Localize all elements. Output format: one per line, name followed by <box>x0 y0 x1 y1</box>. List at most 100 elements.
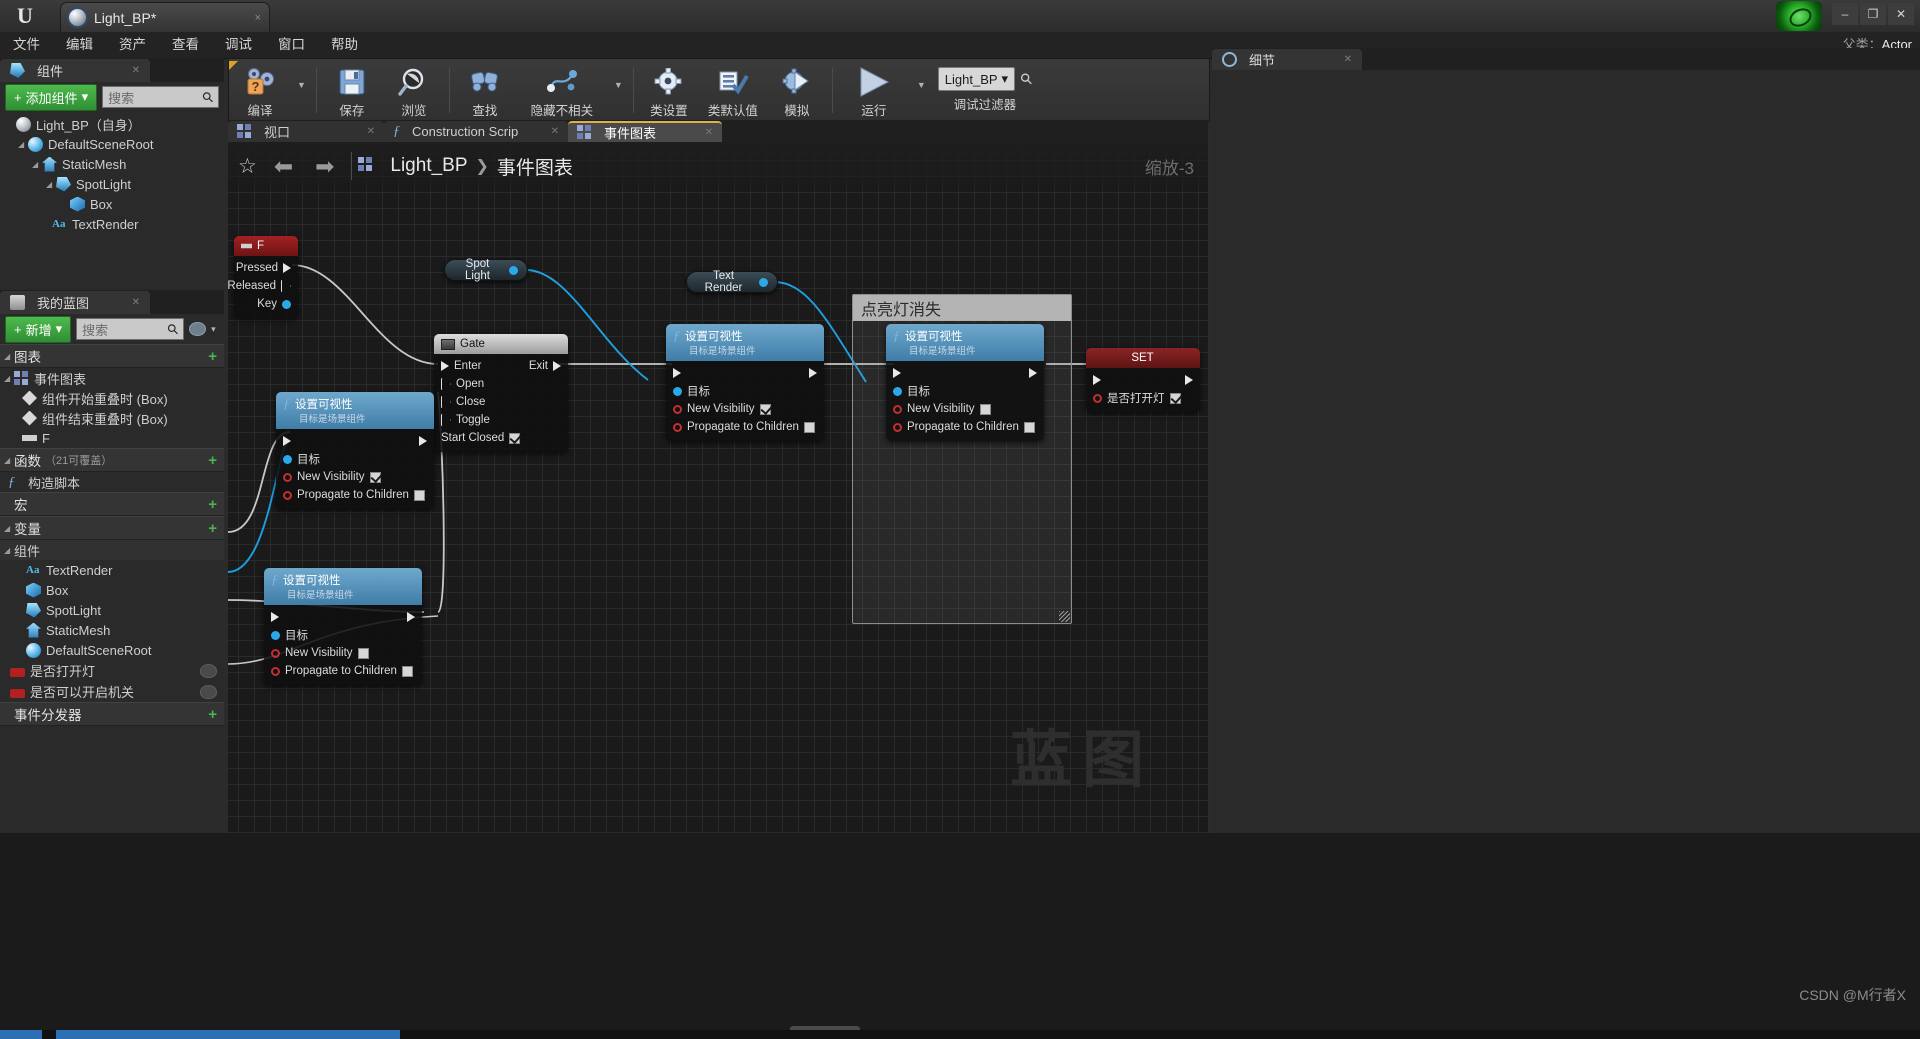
pin-exec[interactable] <box>1086 371 1200 389</box>
tab-components[interactable]: 组件 ✕ <box>0 59 150 82</box>
variable-item-can-open-mechanism[interactable]: 是否可以开启机关 <box>0 681 224 702</box>
close-window-button[interactable]: ✕ <box>1888 3 1914 25</box>
pin-exec[interactable] <box>666 364 824 382</box>
tab-viewport[interactable]: 视口 ✕ <box>228 121 384 142</box>
graph-item-f-key[interactable]: F <box>0 428 224 448</box>
back-icon[interactable]: ⬅ <box>263 153 304 180</box>
pin-released[interactable]: Released <box>228 277 298 295</box>
breadcrumb-root[interactable]: Light_BP <box>390 155 467 177</box>
variable-item-is-light-on[interactable]: 是否打开灯 <box>0 660 224 681</box>
propagate-checkbox[interactable] <box>803 421 815 433</box>
document-tab-light-bp[interactable]: Light_BP* × <box>60 2 270 32</box>
exec-pin-icon[interactable] <box>441 414 451 426</box>
close-icon[interactable]: ✕ <box>705 127 713 138</box>
graph-item-end-overlap[interactable]: 组件结束重叠时 (Box) <box>0 408 224 428</box>
close-icon[interactable]: ✕ <box>551 126 559 137</box>
close-icon[interactable]: ✕ <box>367 126 375 137</box>
exec-in-pin-icon[interactable] <box>271 612 279 622</box>
toolbar-play-button[interactable]: 运行 <box>837 61 911 119</box>
propagate-checkbox[interactable] <box>401 665 413 677</box>
exec-in-pin-icon[interactable] <box>283 436 291 446</box>
minimize-button[interactable]: – <box>1832 3 1858 25</box>
menu-item-view[interactable]: 查看 <box>159 32 212 58</box>
variable-item-textrender[interactable]: Aa TextRender <box>0 560 224 580</box>
new-visibility-checkbox[interactable] <box>979 403 991 415</box>
menu-item-edit[interactable]: 编辑 <box>53 32 106 58</box>
close-icon[interactable]: ✕ <box>1344 54 1352 65</box>
add-function-button[interactable]: + <box>208 452 217 469</box>
pin-new-visibility[interactable]: New Visibility <box>264 644 422 662</box>
toolbar-save-button[interactable]: 保存 <box>321 61 383 119</box>
toolbar-class-settings-button[interactable]: 类设置 <box>638 61 700 119</box>
toolbar-simulate-button[interactable]: 模拟 <box>766 61 828 119</box>
myblueprint-search-input[interactable]: 搜索 ⚲ <box>76 318 185 340</box>
section-variables[interactable]: ◢ 变量 + <box>0 516 224 540</box>
graph-item-eventgraph[interactable]: ◢ 事件图表 <box>0 368 224 388</box>
expander-icon[interactable]: ◢ <box>32 160 42 169</box>
pin-toggle[interactable]: Toggle <box>434 411 568 429</box>
eye-icon[interactable] <box>200 663 217 678</box>
toolbar-class-defaults-button[interactable]: 类默认值 <box>700 61 766 119</box>
forward-icon[interactable]: ➡ <box>304 153 345 180</box>
exec-out-pin-icon[interactable] <box>1185 375 1193 385</box>
variable-item-spotlight[interactable]: SpotLight <box>0 600 224 620</box>
tree-item-defaultsceneroot[interactable]: ◢ DefaultSceneRoot <box>0 134 224 154</box>
eye-icon[interactable] <box>200 684 217 699</box>
pin-target[interactable]: 目标 <box>276 450 434 468</box>
bool-pin-icon[interactable] <box>1093 393 1102 403</box>
debug-filter-combo[interactable]: Light_BP ▾ <box>937 67 1016 91</box>
add-dispatcher-button[interactable]: + <box>208 706 217 723</box>
exec-out-pin-icon[interactable] <box>1029 368 1037 378</box>
new-visibility-checkbox[interactable] <box>369 471 381 483</box>
exec-in-pin-icon[interactable] <box>673 368 681 378</box>
exec-pin-icon[interactable] <box>441 396 451 408</box>
resize-grip-icon[interactable] <box>1059 611 1070 622</box>
exec-pin-icon[interactable] <box>441 378 451 390</box>
bool-pin-icon[interactable] <box>283 472 292 482</box>
pin-target[interactable]: 目标 <box>886 382 1044 400</box>
pin-key[interactable]: Key <box>234 295 298 313</box>
data-pin-icon[interactable] <box>509 265 518 275</box>
close-icon[interactable]: × <box>233 12 261 24</box>
taskbar-item-2[interactable] <box>56 1030 400 1039</box>
bool-pin-icon[interactable] <box>271 648 280 658</box>
pin-exec[interactable] <box>886 364 1044 382</box>
pin-new-visibility[interactable]: New Visibility <box>666 400 824 418</box>
components-search-input[interactable]: 搜索 ⚲ <box>102 86 219 108</box>
add-macro-button[interactable]: + <box>208 496 217 513</box>
pin-target[interactable]: 目标 <box>666 382 824 400</box>
expander-icon[interactable]: ◢ <box>4 546 14 555</box>
tab-construction-script[interactable]: ƒ Construction Scrip ✕ <box>384 121 568 142</box>
pin-propagate[interactable]: Propagate to Children <box>264 662 422 680</box>
pin-new-visibility[interactable]: New Visibility <box>276 468 434 486</box>
toolbar-compile-button[interactable]: ? 编译 <box>229 61 291 119</box>
tree-item-box[interactable]: Box <box>0 194 224 214</box>
pin-close[interactable]: Close <box>434 393 568 411</box>
node-set-variable[interactable]: SET 是否打开灯 <box>1086 348 1200 412</box>
menu-item-window[interactable]: 窗口 <box>265 32 318 58</box>
variable-item-staticmesh[interactable]: StaticMesh <box>0 620 224 640</box>
data-pin-icon[interactable] <box>759 277 768 287</box>
node-set-visibility-3[interactable]: ƒ 设置可视性 目标是场景组件 目标 New Visibility Propag… <box>666 324 824 441</box>
exec-pin-icon[interactable] <box>441 361 449 371</box>
add-variable-button[interactable]: + <box>208 520 217 537</box>
variables-group-components[interactable]: ◢ 组件 <box>0 540 224 560</box>
tab-myblueprint[interactable]: 我的蓝图 ✕ <box>0 291 150 314</box>
propagate-checkbox[interactable] <box>413 489 425 501</box>
menu-item-file[interactable]: 文件 <box>0 32 53 58</box>
section-macros[interactable]: 宏 + <box>0 492 224 516</box>
chevron-down-icon[interactable]: ▾ <box>211 324 216 335</box>
eye-icon[interactable] <box>189 322 207 336</box>
bool-pin-icon[interactable] <box>673 404 682 414</box>
expander-icon[interactable]: ◢ <box>18 140 28 149</box>
propagate-checkbox[interactable] <box>1023 421 1035 433</box>
pin-exec[interactable] <box>276 432 434 450</box>
bool-pin-icon[interactable] <box>271 666 280 676</box>
tree-item-textrender[interactable]: Aa TextRender <box>0 214 224 234</box>
pin-propagate[interactable]: Propagate to Children <box>276 486 434 504</box>
maximize-button[interactable]: ❐ <box>1860 3 1886 25</box>
node-set-visibility-2[interactable]: ƒ 设置可视性 目标是场景组件 目标 New Visibility Propag… <box>264 568 422 685</box>
toolbar-hide-unrelated-button[interactable]: 隐藏不相关 <box>516 61 608 119</box>
data-pin-icon[interactable] <box>282 299 291 309</box>
compile-options-chevron-icon[interactable]: ▼ <box>291 80 312 90</box>
